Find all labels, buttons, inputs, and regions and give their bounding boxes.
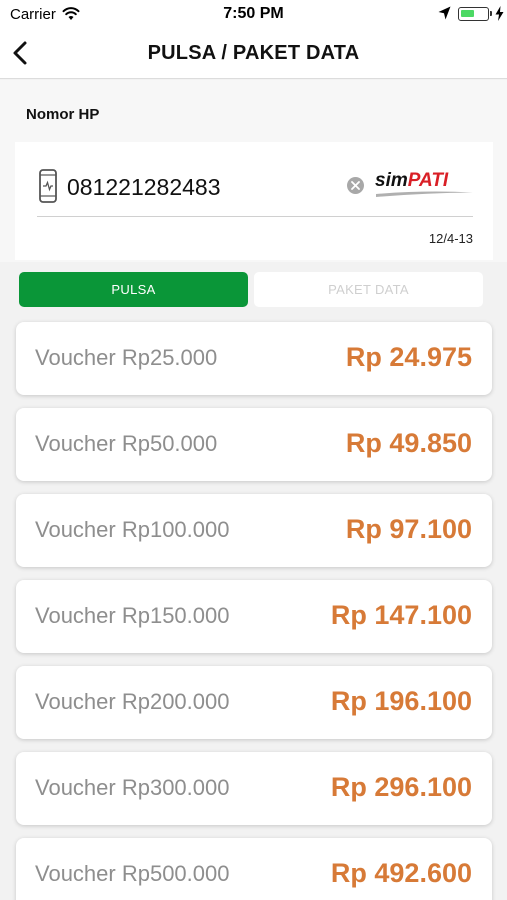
page-title: PULSA / PAKET DATA	[147, 42, 360, 64]
voucher-price: Rp 49.850	[345, 428, 472, 458]
tab-pulsa[interactable]: PULSA	[19, 272, 248, 307]
clock-time: 7:50 PM	[223, 5, 284, 22]
battery-icon	[458, 7, 489, 21]
phone-number-input[interactable]	[67, 172, 337, 202]
voucher-name: Voucher Rp50.000	[35, 431, 218, 456]
phone-meta-code: 12/4-13	[428, 231, 473, 246]
location-icon	[438, 6, 451, 20]
battery-tip	[490, 11, 492, 16]
voucher-price: Rp 296.100	[330, 772, 472, 802]
voucher-price: Rp 24.975	[345, 342, 472, 372]
voucher-price: Rp 492.600	[330, 858, 472, 888]
tab-paket-data[interactable]: PAKET DATA	[254, 272, 483, 307]
voucher-card[interactable]: Voucher Rp500.000 Rp 492.600	[16, 838, 492, 900]
voucher-name: Voucher Rp25.000	[35, 345, 218, 370]
battery-level	[461, 10, 474, 17]
voucher-name: Voucher Rp200.000	[35, 689, 230, 714]
voucher-name: Voucher Rp300.000	[35, 775, 230, 800]
voucher-card[interactable]: Voucher Rp50.000 Rp 49.850	[16, 408, 492, 481]
voucher-price: Rp 97.100	[345, 514, 472, 544]
voucher-card[interactable]: Voucher Rp100.000 Rp 97.100	[16, 494, 492, 567]
operator-logo-text: simPATI	[375, 170, 449, 191]
phone-divider	[37, 216, 473, 217]
voucher-name: Voucher Rp100.000	[35, 517, 230, 542]
phone-card: simPATI 12/4-13	[15, 142, 493, 260]
nav-header: PULSA / PAKET DATA	[0, 28, 507, 79]
voucher-card[interactable]: Voucher Rp25.000 Rp 24.975	[16, 322, 492, 395]
charging-icon	[495, 6, 504, 21]
phone-icon	[39, 169, 57, 203]
voucher-price: Rp 147.100	[330, 600, 472, 630]
voucher-name: Voucher Rp500.000	[35, 861, 230, 886]
voucher-price: Rp 196.100	[330, 686, 472, 716]
voucher-name: Voucher Rp150.000	[35, 603, 230, 628]
status-bar: Carrier 7:50 PM	[0, 0, 507, 28]
phone-label: Nomor HP	[26, 106, 100, 123]
clear-icon	[351, 181, 360, 190]
voucher-card[interactable]: Voucher Rp150.000 Rp 147.100	[16, 580, 492, 653]
voucher-card[interactable]: Voucher Rp300.000 Rp 296.100	[16, 752, 492, 825]
phone-section: Nomor HP simPATI 12/4-13	[0, 80, 507, 262]
clear-button[interactable]	[347, 177, 364, 194]
operator-logo: simPATI	[375, 170, 475, 200]
voucher-card[interactable]: Voucher Rp200.000 Rp 196.100	[16, 666, 492, 739]
operator-logo-swoosh	[376, 191, 473, 197]
